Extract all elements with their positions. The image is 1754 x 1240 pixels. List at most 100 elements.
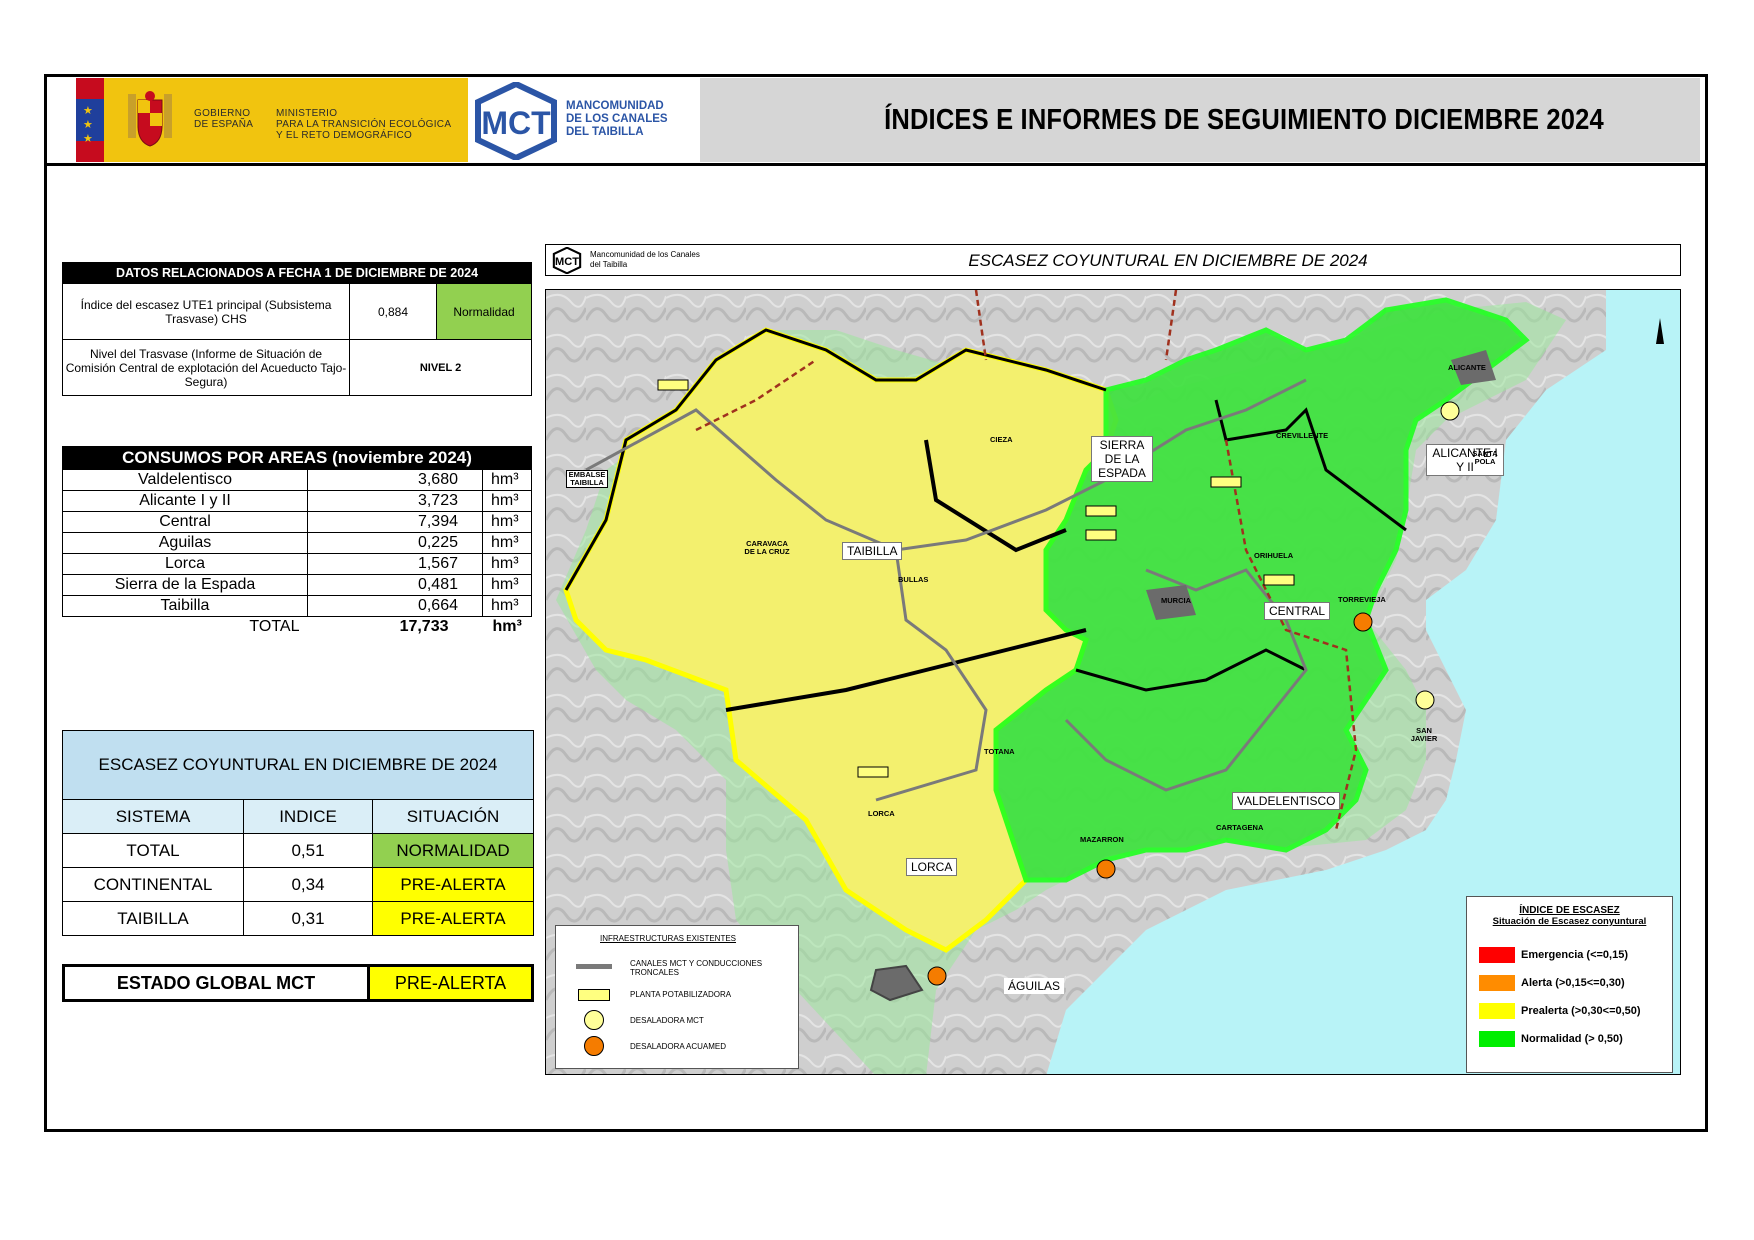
consumos-total-row: TOTAL 17,733 hm³ [63, 617, 532, 638]
escasez-sistema: TAIBILLA [62, 901, 244, 936]
consumo-row: Sierra de la Espada 0,481 hm³ [62, 574, 532, 596]
col-indice: INDICE [243, 799, 373, 834]
legend-swatch [1479, 947, 1515, 963]
town-torrevieja: TORREVIEJA [1338, 595, 1386, 604]
town-embalse: EMBALSE TAIBILLA [566, 470, 608, 488]
estado-global-table: ESTADO GLOBAL MCT PRE-ALERTA [62, 964, 534, 1002]
town-orihuela: ORIHUELA [1254, 551, 1294, 560]
estado-label: ESTADO GLOBAL MCT [62, 964, 370, 1002]
datos-row1-status: Normalidad [436, 283, 532, 340]
legend-swatch [1479, 1031, 1515, 1047]
infra-legend-desal-acuamed: DESALADORA ACUAMED [630, 1042, 727, 1051]
zone-label-aguilas: ÁGUILAS [1004, 978, 1065, 994]
canal-swatch [576, 964, 612, 969]
consumo-row: Lorca 1,567 hm³ [62, 553, 532, 575]
col-sistema: SISTEMA [62, 799, 244, 834]
escasez-row: CONTINENTAL 0,34 PRE-ALERTA [62, 867, 534, 902]
datos-row2-value: NIVEL 2 [349, 339, 532, 396]
legend-item: Emergencia (<=0,15) [1479, 947, 1672, 963]
consumo-area: Lorca [62, 553, 308, 575]
index-legend-title: ÍNDICE DE ESCASEZ [1519, 905, 1620, 916]
consumo-area: Valdelentisco [62, 469, 308, 491]
legend-item: Normalidad (> 0,50) [1479, 1031, 1672, 1047]
consumo-area: Taibilla [62, 595, 308, 617]
consumo-value: 3,723 [307, 490, 483, 512]
estado-value: PRE-ALERTA [367, 964, 534, 1002]
map-title: ESCASEZ COYUNTURAL EN DICIEMBRE DE 2024 [968, 251, 1368, 270]
town-alicante: ALICANTE [1448, 363, 1486, 372]
consumo-unit: hm³ [482, 469, 532, 491]
escasez-indice: 0,34 [243, 867, 373, 902]
town-cartagena: CARTAGENA [1216, 823, 1264, 832]
consumo-row: Valdelentisco 3,680 hm³ [62, 469, 532, 491]
datos-table: DATOS RELACIONADOS A FECHA 1 DE DICIEMBR… [62, 262, 532, 396]
escasez-row: TOTAL 0,51 NORMALIDAD [62, 833, 534, 868]
consumo-area: Aguilas [62, 532, 308, 554]
consumo-row: Aguilas 0,225 hm³ [62, 532, 532, 554]
escasez-sistema: TOTAL [62, 833, 244, 868]
town-santa-pola: SANTA POLA [1472, 449, 1498, 466]
consumo-value: 7,394 [307, 511, 483, 533]
consumo-unit: hm³ [482, 490, 532, 512]
plant-icon [578, 989, 610, 1001]
consumos-table: CONSUMOS POR AREAS (noviembre 2024) Vald… [62, 446, 532, 637]
legend-label: Alerta (>0,15<=0,30) [1521, 976, 1625, 989]
town-murcia: MURCIA [1161, 596, 1191, 605]
zone-label-taibilla: TAIBILLA [842, 542, 903, 560]
escasez-row: TAIBILLA 0,31 PRE-ALERTA [62, 901, 534, 936]
zone-label-central: CENTRAL [1264, 602, 1331, 620]
escasez-indice: 0,31 [243, 901, 373, 936]
consumo-value: 0,481 [307, 574, 483, 596]
col-situacion: SITUACIÓN [372, 799, 534, 834]
consumo-value: 1,567 [307, 553, 483, 575]
datos-row2-label: Nivel del Trasvase (Informe de Situación… [62, 339, 350, 396]
escasez-title: ESCASEZ COYUNTURAL EN DICIEMBRE DE 2024 [62, 730, 534, 800]
town-mazarron: MAZARRON [1080, 835, 1124, 844]
index-legend: ÍNDICE DE ESCASEZ Situación de Escasez c… [1466, 896, 1673, 1073]
total-value: 17,733 [399, 618, 449, 635]
consumo-value: 3,680 [307, 469, 483, 491]
desal-acuamed-icon [584, 1036, 604, 1056]
consumo-unit: hm³ [482, 553, 532, 575]
datos-row1-label: Índice del escasez UTE1 principal (Subsi… [62, 283, 350, 340]
escasez-situacion: PRE-ALERTA [372, 901, 534, 936]
escasez-table: ESCASEZ COYUNTURAL EN DICIEMBRE DE 2024 … [62, 730, 534, 936]
legend-item: Alerta (>0,15<=0,30) [1479, 975, 1672, 991]
legend-item: Prealerta (>0,30<=0,50) [1479, 1003, 1672, 1019]
infra-legend-planta: PLANTA POTABILIZADORA [630, 990, 732, 999]
town-caravaca: CARAVACA DE LA CRUZ [744, 539, 790, 556]
consumo-value: 0,664 [307, 595, 483, 617]
legend-swatch [1479, 1003, 1515, 1019]
town-cieza: CIEZA [990, 435, 1013, 444]
consumo-value: 0,225 [307, 532, 483, 554]
total-unit: hm³ [492, 618, 522, 635]
infra-legend: INFRAESTRUCTURAS EXISTENTES CANALES MCT … [555, 925, 799, 1069]
datos-title: DATOS RELACIONADOS A FECHA 1 DE DICIEMBR… [62, 262, 532, 284]
infra-legend-desal-mct: DESALADORA MCT [630, 1016, 704, 1025]
town-crevillente: CREVILLENTE [1276, 431, 1329, 440]
town-lorca: LORCA [868, 809, 895, 818]
consumo-area: Sierra de la Espada [62, 574, 308, 596]
zone-label-lorca: LORCA [906, 858, 958, 876]
map-title-bar: MCT Mancomunidad de los Canales del Taib… [545, 244, 1681, 276]
legend-swatch [1479, 975, 1515, 991]
zone-label-sierra: SIERRA DE LA ESPADA [1091, 436, 1153, 482]
consumo-area: Central [62, 511, 308, 533]
consumos-title: CONSUMOS POR AREAS (noviembre 2024) [62, 446, 532, 470]
consumo-unit: hm³ [482, 574, 532, 596]
consumo-row: Alicante I y II 3,723 hm³ [62, 490, 532, 512]
consumo-area: Alicante I y II [62, 490, 308, 512]
escasez-situacion: NORMALIDAD [372, 833, 534, 868]
total-label: TOTAL [249, 618, 300, 635]
town-totana: TOTANA [984, 747, 1015, 756]
legend-label: Prealerta (>0,30<=0,50) [1521, 1004, 1641, 1017]
town-san-javier: SAN JAVIER [1410, 726, 1438, 743]
town-bullas: BULLAS [898, 575, 929, 584]
datos-row1-value: 0,884 [349, 283, 437, 340]
consumo-unit: hm³ [482, 595, 532, 617]
index-legend-subtitle: Situación de Escasez conyuntural [1492, 916, 1647, 927]
legend-label: Normalidad (> 0,50) [1521, 1032, 1623, 1045]
infra-legend-canales: CANALES MCT Y CONDUCCIONES TRONCALES [630, 959, 763, 977]
escasez-situacion: PRE-ALERTA [372, 867, 534, 902]
escasez-sistema: CONTINENTAL [62, 867, 244, 902]
